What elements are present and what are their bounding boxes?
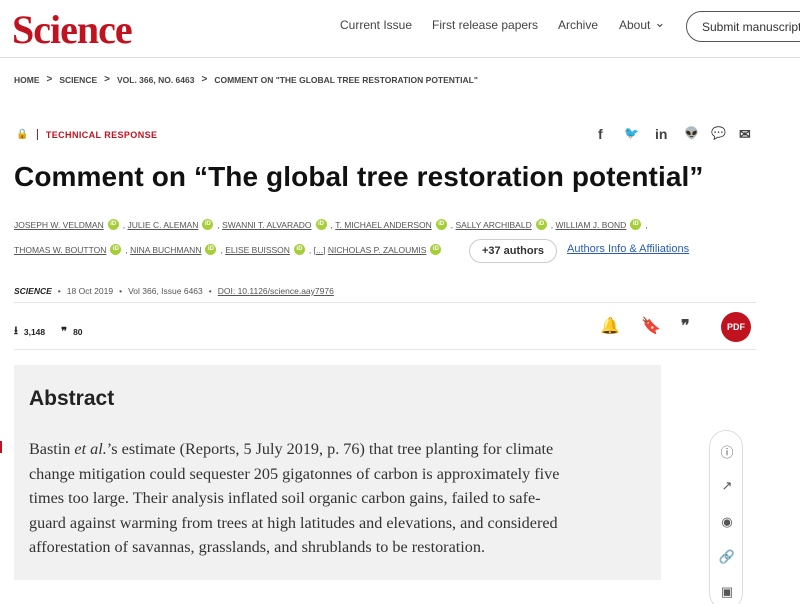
article-type-label[interactable]: TECHNICAL RESPONSE: [46, 130, 158, 140]
type-divider: [36, 129, 38, 140]
cite-icon[interactable]: ❞: [681, 316, 690, 336]
abstract-line: Bastin et al.’s estimate (Reports, 5 Jul…: [29, 440, 554, 458]
journal-name[interactable]: SCIENCE: [14, 286, 52, 296]
orcid-icon[interactable]: iD: [435, 219, 447, 230]
orcid-icon[interactable]: iD: [202, 219, 214, 230]
science-logo[interactable]: Science: [12, 6, 133, 53]
expand-authors-link[interactable]: [...]: [314, 245, 326, 255]
header-divider: [0, 57, 800, 58]
breadcrumb-science[interactable]: SCIENCE: [59, 75, 97, 85]
email-icon[interactable]: ✉: [739, 126, 751, 143]
eye-icon[interactable]: ◉: [710, 514, 744, 530]
author-link[interactable]: SWANNI T. ALVARADO: [222, 220, 311, 230]
breadcrumb-volume[interactable]: VOL. 366, NO. 6463: [117, 75, 194, 85]
orcid-icon[interactable]: iD: [535, 219, 547, 230]
abstract-text: Bastin et al.’s estimate (Reports, 5 Jul…: [29, 437, 649, 560]
orcid-icon[interactable]: iD: [293, 244, 305, 255]
abstract-heading: Abstract: [29, 387, 115, 410]
side-marker: [0, 441, 2, 453]
more-authors-button[interactable]: +37 authors: [469, 239, 557, 263]
reddit-icon[interactable]: 👽: [684, 126, 699, 140]
orcid-icon[interactable]: iD: [205, 244, 217, 255]
abstract-line: times too large. Their analysis inflated…: [29, 489, 541, 507]
authors-row-2: THOMAS W. BOUTTON iD, NINA BUCHMANN iD, …: [14, 244, 445, 255]
top-navigation-bar: Science Current Issue First release pape…: [0, 0, 800, 56]
author-link[interactable]: NINA BUCHMANN: [130, 245, 201, 255]
orcid-icon[interactable]: iD: [630, 219, 642, 230]
pdf-icon[interactable]: PDF: [721, 312, 751, 342]
abstract-panel: Abstract Bastin et al.’s estimate (Repor…: [14, 365, 661, 580]
download-count: 3,148: [23, 326, 46, 337]
abstract-line: afforestation of savannas, grasslands, a…: [29, 538, 485, 556]
breadcrumb-current-article: COMMENT ON "THE GLOBAL TREE RESTORATION …: [214, 74, 478, 85]
abstract-line: change mitigation could sequester 205 gi…: [29, 464, 560, 483]
facebook-icon[interactable]: f: [598, 126, 603, 142]
citation-icon: ❞: [61, 326, 68, 338]
submit-manuscript-button[interactable]: Submit manuscript: [686, 11, 800, 42]
chevron-down-icon: ⌄: [654, 14, 666, 30]
lock-icon: 🔒: [16, 129, 29, 140]
author-link[interactable]: NICHOLAS P. ZALOUMIS: [328, 245, 427, 255]
orcid-icon[interactable]: iD: [430, 244, 442, 255]
author-link[interactable]: ELISE BUISSON: [225, 245, 290, 255]
article-title: Comment on “The global tree restoration …: [14, 161, 704, 192]
download-icon: ⭳: [14, 325, 18, 337]
orcid-icon[interactable]: iD: [107, 219, 119, 230]
figures-icon[interactable]: ▣: [710, 584, 744, 600]
volume-issue: Vol 366, Issue 6463: [128, 286, 203, 296]
link-icon[interactable]: 🔗: [710, 549, 744, 565]
actions-divider: [14, 349, 756, 350]
author-link[interactable]: T. MICHAEL ANDERSON: [335, 220, 432, 230]
author-link[interactable]: WILLIAM J. BOND: [555, 220, 626, 230]
author-link[interactable]: JOSEPH W. VELDMAN: [14, 220, 104, 230]
meta-divider: [14, 302, 756, 303]
nav-current-issue[interactable]: Current Issue: [340, 18, 412, 32]
publication-date: 18 Oct 2019: [66, 286, 114, 296]
bell-icon[interactable]: 🔔: [600, 316, 620, 336]
breadcrumb-separator-icon: >: [104, 74, 110, 85]
breadcrumb: HOME > SCIENCE > VOL. 366, NO. 6463 > CO…: [14, 74, 478, 85]
author-link[interactable]: THOMAS W. BOUTTON: [14, 245, 106, 255]
article-type: 🔒 TECHNICAL RESPONSE: [16, 129, 157, 140]
nav-about[interactable]: About ⌄: [619, 14, 666, 33]
linkedin-icon[interactable]: in: [655, 126, 667, 142]
nav-about-label: About: [619, 18, 651, 32]
orcid-icon[interactable]: iD: [315, 219, 327, 230]
wechat-icon[interactable]: 💬: [711, 126, 726, 140]
doi-link[interactable]: DOI: 10.1126/science.aay7976: [218, 286, 334, 296]
author-link[interactable]: JULIE C. ALEMAN: [127, 220, 198, 230]
author-link[interactable]: SALLY ARCHIBALD: [456, 220, 532, 230]
twitter-icon[interactable]: 🐦: [624, 126, 639, 140]
abstract-line: guard against warming from trees at high…: [29, 513, 558, 532]
info-icon[interactable]: ⓘ: [710, 442, 744, 461]
nav-archive[interactable]: Archive: [558, 18, 598, 32]
breadcrumb-separator-icon: >: [46, 74, 53, 85]
metrics-trend-icon[interactable]: ↗: [710, 478, 744, 494]
authors-row-1: JOSEPH W. VELDMAN iD, JULIE C. ALEMAN iD…: [14, 219, 648, 230]
breadcrumb-separator-icon: >: [201, 74, 208, 85]
bookmark-icon[interactable]: 🔖: [641, 316, 661, 336]
nav-first-release-papers[interactable]: First release papers: [432, 18, 538, 32]
article-meta: SCIENCE • 18 Oct 2019 • Vol 366, Issue 6…: [14, 286, 334, 296]
citation-count: 80: [73, 326, 83, 337]
breadcrumb-home[interactable]: HOME: [14, 75, 40, 85]
article-tools-rail: ⓘ ↗ ◉ 🔗 ▣: [709, 430, 743, 604]
authors-affiliations-link[interactable]: Authors Info & Affiliations: [567, 243, 689, 255]
orcid-icon[interactable]: iD: [110, 244, 122, 255]
article-metrics: ⭳ 3,148 ❞ 80: [14, 322, 83, 341]
